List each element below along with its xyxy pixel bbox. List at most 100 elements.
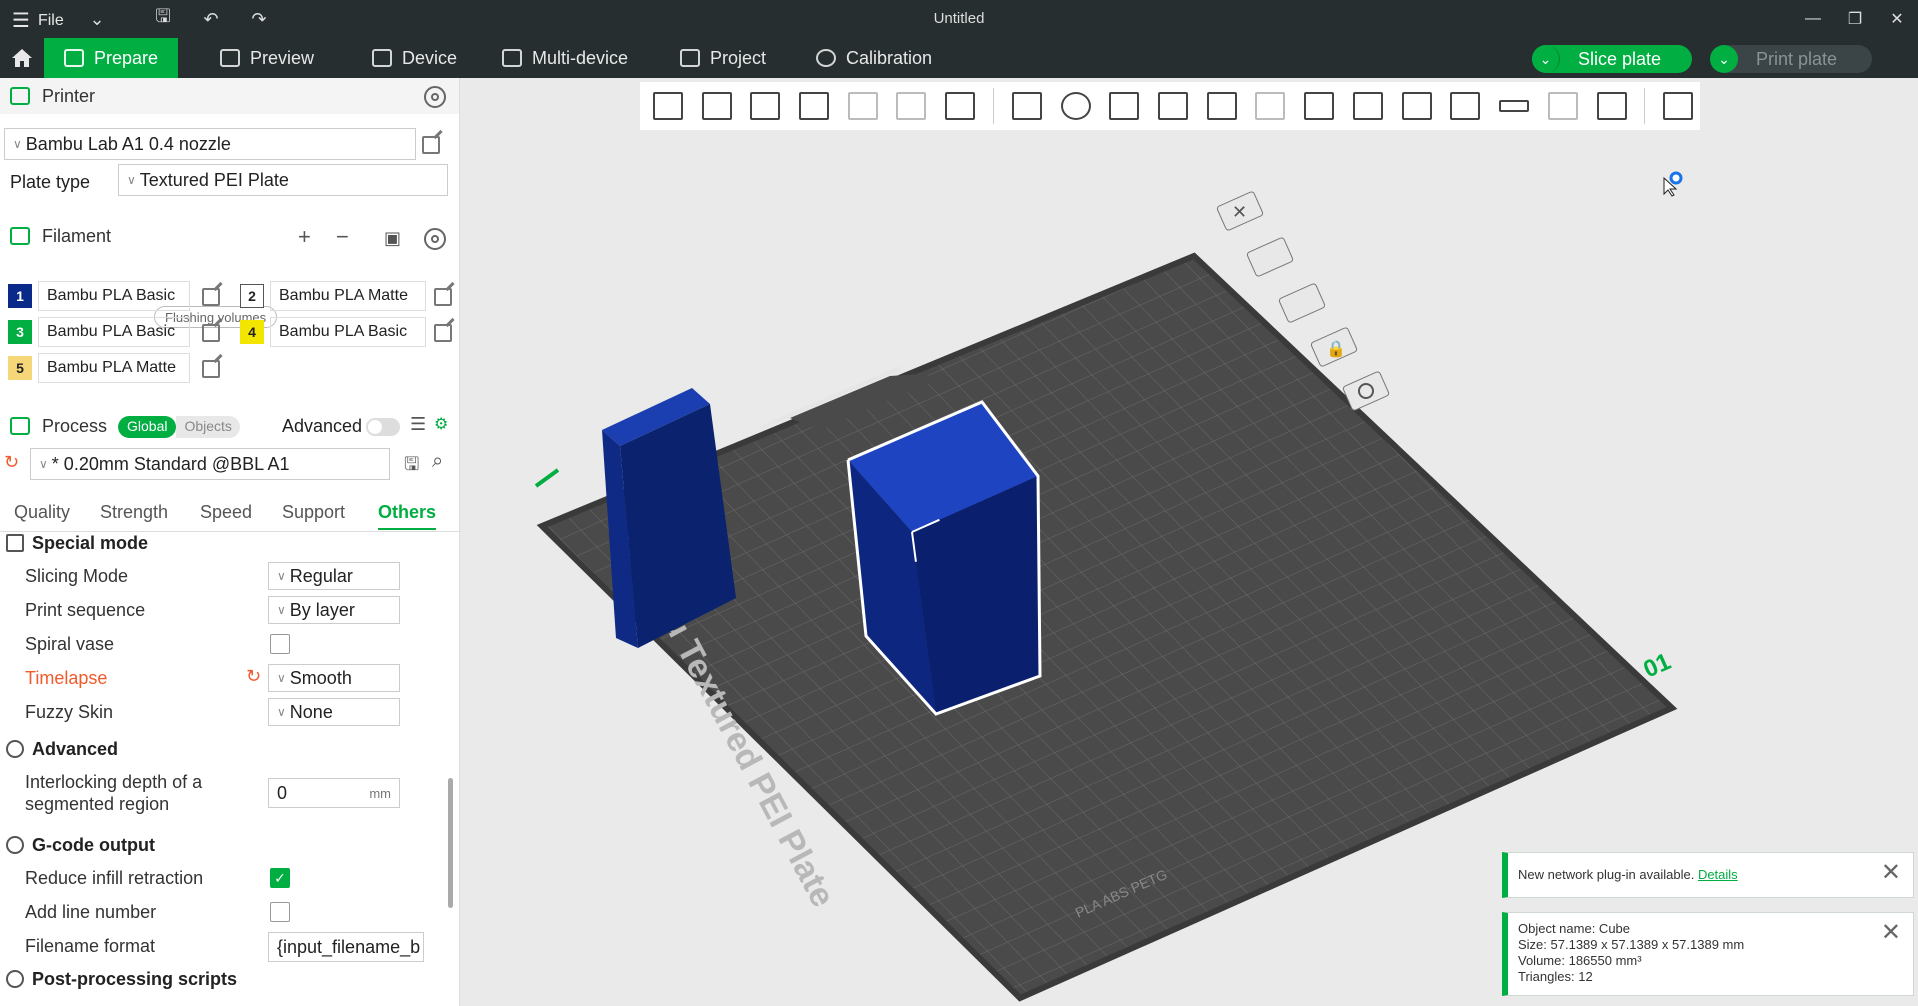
interlocking-depth-unit: mm [369,785,391,801]
printer-select[interactable]: ∨ Bambu Lab A1 0.4 nozzle [4,128,416,160]
filament-sync-icon[interactable]: ▣ [384,228,401,249]
close-button[interactable]: ✕ [1882,6,1912,32]
slicing-mode-select[interactable]: ∨ Regular [268,562,400,590]
file-menu[interactable]: ☰ File [12,8,64,33]
add-filament-icon[interactable]: + [298,224,311,250]
plugin-notification: New network plug-in available. Details ✕ [1502,852,1914,898]
slice-plate-button[interactable]: ⌄ Slice plate [1532,45,1692,73]
filename-format-input[interactable]: {input_filename_b [268,932,424,962]
save-icon[interactable]: 🖫 [150,6,176,30]
tab-preview[interactable]: Preview [200,38,334,78]
plate-type-select[interactable]: ∨ Textured PEI Plate [118,164,448,196]
plate-orient-icon[interactable] [1278,283,1326,323]
tab-others[interactable]: Others [378,502,437,530]
filament-slot-4-num: 4 [248,324,256,340]
timelapse-select[interactable]: ∨ Smooth [268,664,400,692]
filament-icon [10,227,30,245]
plate-type-label: Plate type [10,172,91,192]
filament-slot-5-select[interactable]: Bambu PLA Matte [38,353,190,383]
objects-toggle-option[interactable]: Objects [176,416,240,438]
edit-filament-3-icon[interactable] [202,324,220,342]
undo-icon[interactable]: ↶ [198,8,224,30]
remove-filament-icon[interactable]: − [336,224,349,250]
filament-slot-4-badge[interactable]: 4 [240,320,264,344]
hamburger-icon[interactable]: ☰ [12,8,30,33]
filament-settings-icon[interactable] [424,228,446,250]
edit-printer-icon[interactable] [422,136,440,154]
layers-icon [220,49,240,67]
chevron-down-icon: ∨ [277,705,286,719]
filament-slot-2-select[interactable]: Bambu PLA Matte [270,281,426,311]
process-preset-select[interactable]: ∨ * 0.20mm Standard @BBL A1 [30,448,390,480]
plate-close-icon[interactable]: ✕ [1216,191,1264,231]
close-icon[interactable]: ✕ [1881,861,1901,885]
plate-lock-icon[interactable]: 🔒 [1310,327,1358,367]
spiral-vase-checkbox[interactable] [270,634,290,654]
minimize-button[interactable]: — [1798,6,1828,32]
global-objects-toggle[interactable]: Global Objects [118,416,240,438]
printer-settings-icon[interactable] [424,86,446,108]
edit-filament-2-icon[interactable] [434,288,452,306]
timelapse-label: Timelapse [25,668,108,688]
title-bar: ☰ File ⌄ 🖫 ↶ ↷ Untitled — ❐ ✕ [0,0,1918,38]
maximize-button[interactable]: ❐ [1840,6,1870,32]
edit-filament-4-icon[interactable] [434,324,452,342]
process-preset-value: * 0.20mm Standard @BBL A1 [51,453,290,474]
filament-slot-5-badge[interactable]: 5 [8,356,32,380]
save-preset-icon[interactable]: 🖫 [404,452,419,482]
filament-slot-1-num: 1 [16,288,24,304]
tab-strength[interactable]: Strength [100,502,168,523]
close-icon[interactable]: ✕ [1881,921,1901,945]
home-button[interactable] [0,38,44,78]
gcode-output-icon [6,836,24,854]
filament-slot-4-select[interactable]: Bambu PLA Basic [270,317,426,347]
filament-slot-2-badge[interactable]: 2 [240,284,264,308]
add-line-number-checkbox[interactable] [270,902,290,922]
options-scrollbar[interactable] [448,778,453,908]
chevron-down-icon[interactable]: ⌄ [84,8,110,30]
filament-slot-1-select[interactable]: Bambu PLA Basic [38,281,190,311]
print-plate-button[interactable]: ⌄ Print plate [1710,45,1872,73]
edit-filament-1-icon[interactable] [202,288,220,306]
tab-quality[interactable]: Quality [14,502,70,523]
printer-name: Bambu Lab A1 0.4 nozzle [25,133,231,154]
special-mode-title: Special mode [32,532,149,553]
plugin-details-link[interactable]: Details [1698,867,1738,882]
filament-slot-1-badge[interactable]: 1 [8,284,32,308]
search-icon[interactable]: ⌕ [432,450,443,473]
reduce-infill-retraction-checkbox[interactable]: ✓ [270,868,290,888]
redo-icon[interactable]: ↷ [246,8,272,30]
tab-project[interactable]: Project [660,38,786,78]
tab-multi-device[interactable]: Multi-device [482,38,648,78]
device-icon [372,49,392,67]
reset-preset-icon[interactable]: ↻ [4,452,19,473]
slice-dropdown-icon[interactable]: ⌄ [1532,45,1560,73]
compare-icon[interactable]: ⚙ [434,414,448,434]
chevron-down-icon: ∨ [277,671,286,685]
list-view-icon[interactable]: ☰ [410,414,426,435]
print-sequence-select[interactable]: ∨ By layer [268,596,400,624]
reset-timelapse-icon[interactable]: ↻ [246,666,261,687]
process-icon [10,417,30,435]
fuzzy-skin-select[interactable]: ∨ None [268,698,400,726]
tab-calibration-label: Calibration [846,47,933,68]
advanced-switch[interactable] [366,418,400,436]
global-toggle-option[interactable]: Global [118,416,177,438]
filament-slot-3-select[interactable]: Bambu PLA Basic [38,317,190,347]
print-dropdown-icon[interactable]: ⌄ [1710,45,1738,73]
home-icon[interactable] [10,47,34,69]
file-menu-label[interactable]: File [38,12,64,30]
3d-viewport[interactable]: Bambu Textured PEI Plate 01 PLA ABS PETG… [460,78,1918,1006]
calibration-icon [816,49,836,67]
filament-slot-3-badge[interactable]: 3 [8,320,32,344]
tab-calibration[interactable]: Calibration [796,38,952,78]
plate-arrange-icon[interactable] [1246,237,1294,277]
interlocking-depth-input[interactable]: 0 mm [268,778,400,808]
mouse-cursor [1663,171,1683,197]
tab-speed[interactable]: Speed [200,502,252,523]
filament-slot-4-name: Bambu PLA Basic [279,323,408,340]
tab-prepare[interactable]: Prepare [44,38,179,78]
tab-support[interactable]: Support [282,502,345,523]
tab-device[interactable]: Device [352,38,477,78]
edit-filament-5-icon[interactable] [202,360,220,378]
